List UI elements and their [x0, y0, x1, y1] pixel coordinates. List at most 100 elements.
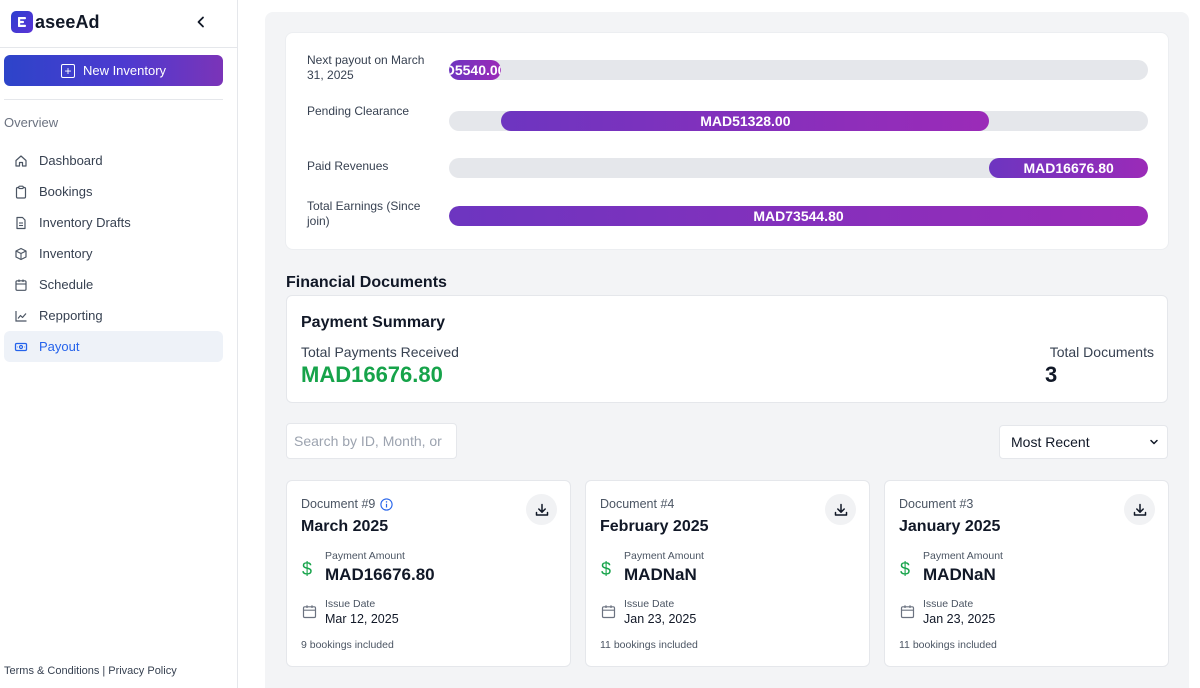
document-card[interactable]: Document #4 February 2025 $ Payment Amou… — [585, 480, 870, 667]
payout-overview-card: Next payout on March 31, 2025 MAD5540.00… — [285, 32, 1169, 250]
sidebar-item-repporting[interactable]: Repporting — [4, 300, 223, 331]
sidebar-footer: Terms & Conditions | Privacy Policy — [4, 665, 177, 677]
brand-logo[interactable]: aseeAd — [11, 10, 100, 34]
download-button[interactable] — [526, 494, 557, 525]
payment-amount-value: MADNaN — [624, 565, 697, 584]
payout-bar-track: MAD16676.80 — [449, 158, 1148, 178]
sidebar-item-label: Repporting — [39, 308, 103, 323]
footer-separator: | — [102, 665, 106, 677]
divider — [0, 47, 237, 48]
collapse-sidebar-button[interactable] — [192, 13, 210, 31]
sidebar-item-label: Schedule — [39, 277, 94, 292]
download-icon — [1133, 503, 1146, 516]
sidebar-item-payout[interactable]: Payout — [4, 331, 223, 362]
terms-link[interactable]: Terms & Conditions — [4, 665, 99, 677]
payment-amount-label: Payment Amount — [624, 550, 704, 562]
document-card[interactable]: Document #3 January 2025 $ Payment Amoun… — [884, 480, 1169, 667]
sidebar-item-schedule[interactable]: Schedule — [4, 269, 223, 300]
payout-bar-track: MAD51328.00 — [449, 111, 1148, 131]
payout-amount: MAD5540.00 — [449, 62, 501, 78]
download-button[interactable] — [1124, 494, 1155, 525]
dollar-icon: $ — [900, 559, 911, 579]
box-icon — [14, 247, 28, 261]
sidebar-item-label: Bookings — [39, 184, 93, 199]
document-number: Document #9 — [301, 497, 394, 511]
info-icon[interactable] — [380, 497, 394, 511]
total-received-label: Total Payments Received — [301, 344, 459, 360]
document-search-input[interactable] — [286, 423, 457, 459]
payment-amount-label: Payment Amount — [923, 550, 1003, 562]
sidebar-item-dashboard[interactable]: Dashboard — [4, 145, 223, 176]
payout-amount: MAD73544.80 — [753, 208, 844, 224]
new-inventory-button[interactable]: + New Inventory — [4, 55, 223, 86]
calendar-icon — [601, 605, 616, 619]
sidebar-item-label: Payout — [39, 339, 80, 354]
document-month: January 2025 — [899, 518, 1001, 535]
chevron-left-icon — [197, 16, 204, 28]
issue-date-label: Issue Date — [923, 598, 974, 610]
chart-line-icon — [14, 309, 28, 323]
issue-date-value: Jan 23, 2025 — [923, 612, 996, 626]
payout-label: Pending Clearance — [307, 104, 410, 118]
home-icon — [14, 154, 28, 168]
dollar-icon: $ — [601, 559, 612, 579]
divider — [4, 99, 223, 100]
logo-mark-icon — [11, 11, 33, 33]
chevron-down-icon — [1150, 439, 1158, 445]
payment-amount-label: Payment Amount — [325, 550, 405, 562]
document-month: March 2025 — [301, 518, 389, 535]
document-month: February 2025 — [600, 518, 709, 535]
document-card[interactable]: Document #9 March 2025 $ Payment Amount … — [286, 480, 571, 667]
payout-bar-track: MAD73544.80 — [449, 206, 1148, 226]
download-button[interactable] — [825, 494, 856, 525]
payout-label: Paid Revenues — [307, 159, 389, 173]
plus-square-icon: + — [60, 63, 75, 78]
sidebar-item-bookings[interactable]: Bookings — [4, 176, 223, 207]
bookings-count: 11 bookings included — [600, 639, 698, 651]
payout-bar-fill: MAD73544.80 — [449, 206, 1148, 226]
payout-label: Next payout on March 31, 2025 — [307, 53, 425, 82]
payout-bar-fill: MAD5540.00 — [449, 60, 502, 80]
issue-date-label: Issue Date — [624, 598, 675, 610]
sidebar-nav: Dashboard Bookings Inventory Drafts Inve… — [4, 145, 223, 362]
payment-amount-value: MADNaN — [923, 565, 996, 584]
total-received-value: MAD16676.80 — [301, 362, 443, 387]
nav-section-label: Overview — [4, 115, 59, 130]
document-number-text: Document #3 — [899, 497, 974, 511]
payout-bar-track: MAD5540.00 — [449, 60, 1148, 80]
download-icon — [535, 503, 548, 516]
logo-text: aseeAd — [35, 11, 100, 32]
document-number: Document #4 — [600, 497, 674, 511]
sort-selected-value: Most Recent — [1011, 434, 1090, 450]
document-number-text: Document #9 — [301, 497, 376, 511]
sidebar-item-inventory[interactable]: Inventory — [4, 238, 223, 269]
privacy-link[interactable]: Privacy Policy — [108, 665, 176, 677]
sidebar-item-label: Inventory — [39, 246, 93, 261]
document-number: Document #3 — [899, 497, 973, 511]
payout-bar-fill: MAD16676.80 — [989, 158, 1148, 178]
payment-amount-value: MAD16676.80 — [325, 565, 435, 584]
total-documents-label: Total Documents — [1049, 344, 1154, 360]
calendar-icon — [900, 605, 915, 619]
download-icon — [834, 503, 847, 516]
new-inventory-label: New Inventory — [82, 63, 167, 78]
sidebar-item-inventory-drafts[interactable]: Inventory Drafts — [4, 207, 223, 238]
payout-label: Total Earnings (Since join) — [307, 199, 421, 228]
payout-amount: MAD51328.00 — [700, 113, 791, 129]
total-documents-value: 3 — [1045, 362, 1058, 387]
sidebar: aseeAd + New Inventory Overview Dashboar… — [0, 0, 238, 688]
issue-date-value: Jan 23, 2025 — [624, 612, 697, 626]
sort-select[interactable]: Most Recent — [999, 425, 1168, 459]
payment-summary-title: Payment Summary — [301, 314, 446, 331]
calendar-icon — [302, 605, 317, 619]
document-number-text: Document #4 — [600, 497, 675, 511]
issue-date-value: Mar 12, 2025 — [325, 612, 399, 626]
payment-summary-card: Payment Summary Total Payments Received … — [286, 295, 1168, 403]
dollar-icon: $ — [302, 559, 313, 579]
bookings-count: 9 bookings included — [301, 639, 394, 651]
document-icon — [14, 216, 28, 230]
issue-date-label: Issue Date — [325, 598, 376, 610]
main-content: Next payout on March 31, 2025 MAD5540.00… — [265, 12, 1189, 688]
financial-documents-title: Financial Documents — [286, 274, 447, 291]
banknote-icon — [14, 340, 28, 354]
